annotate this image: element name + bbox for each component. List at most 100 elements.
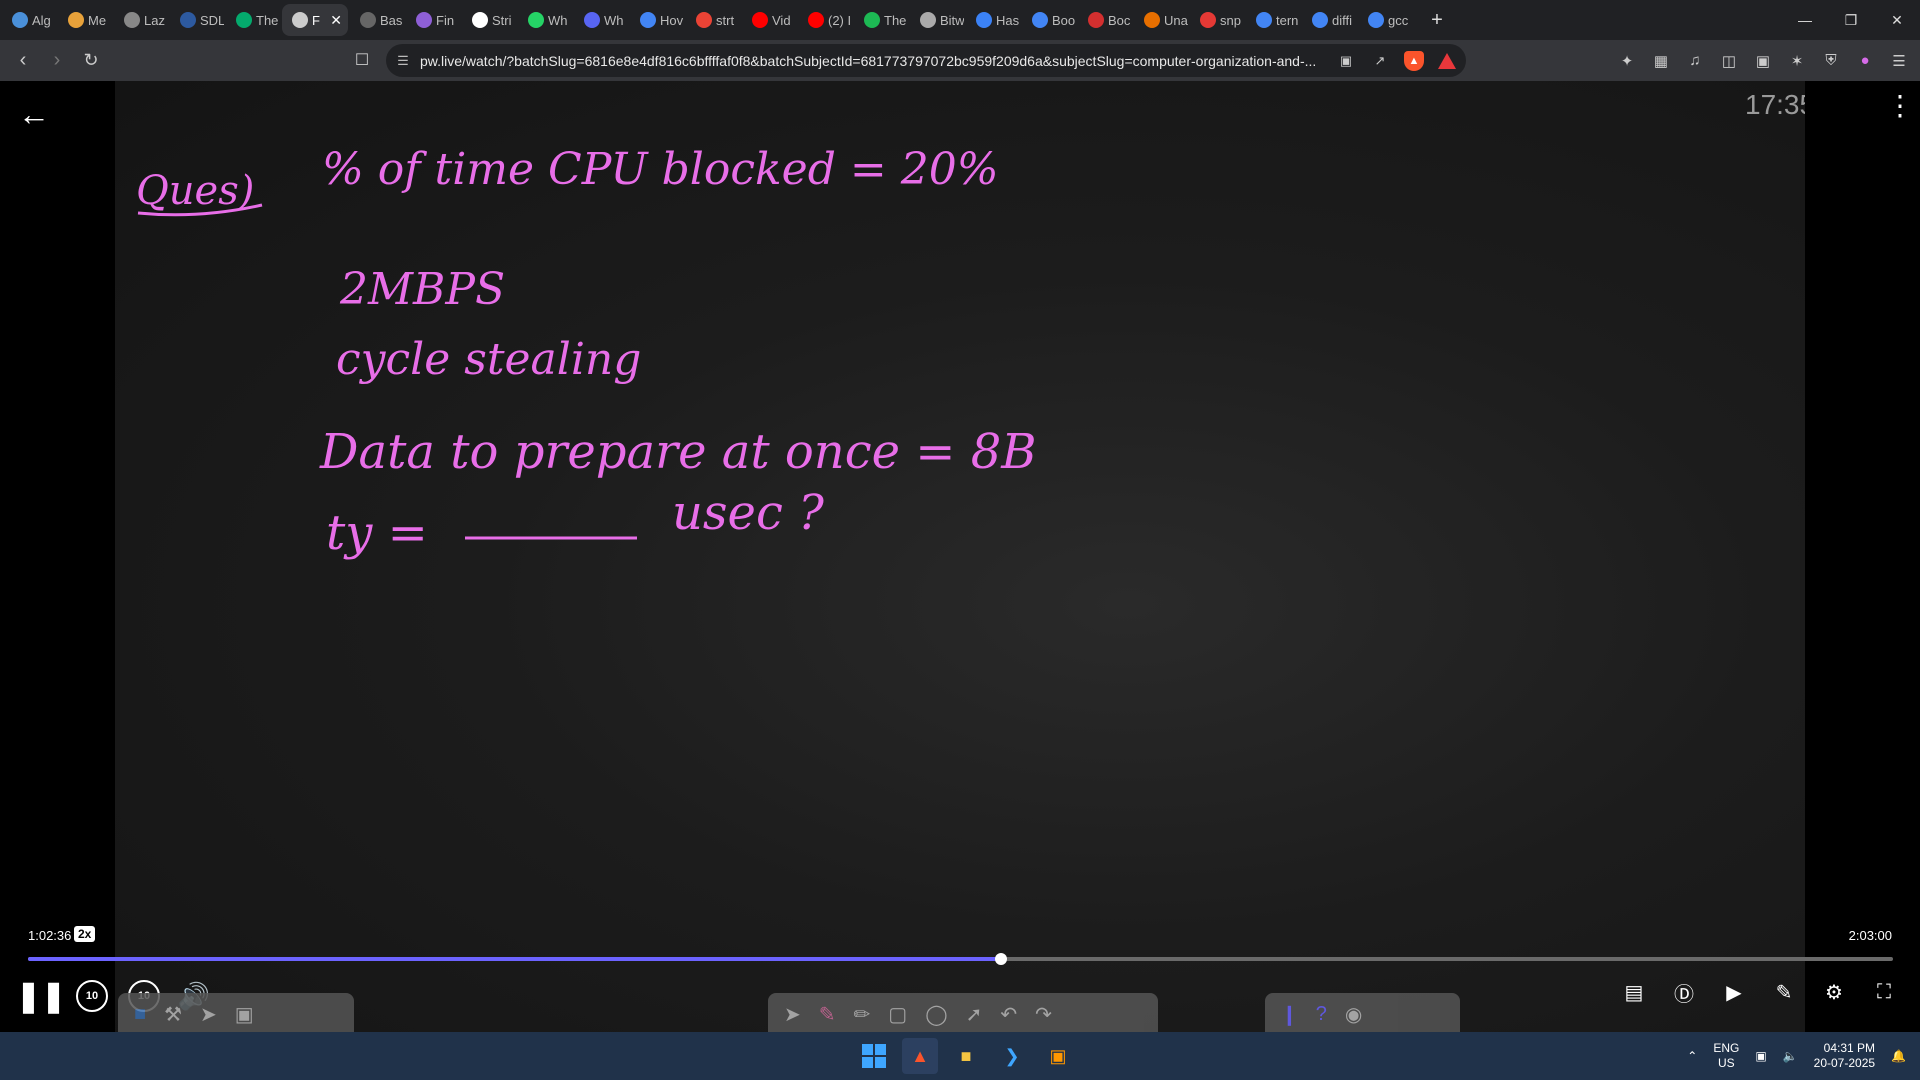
browser-tab[interactable]: Me xyxy=(58,4,112,36)
vscode-icon[interactable]: ❯ xyxy=(994,1038,1030,1074)
tab-label: snp xyxy=(1220,12,1241,28)
sublime-text-icon[interactable]: ▣ xyxy=(1040,1038,1076,1074)
clock[interactable]: 04:31 PM 20-07-2025 xyxy=(1814,1041,1875,1071)
extensions-puzzle-icon[interactable]: ✦ xyxy=(1616,50,1638,72)
pause-icon[interactable]: ❚❚ xyxy=(16,978,66,1014)
browser-tab[interactable]: strt xyxy=(686,4,740,36)
browser-tab[interactable]: diffi xyxy=(1302,4,1356,36)
translate-icon[interactable]: Ⓓ xyxy=(1668,976,1700,1008)
speaker-icon[interactable]: 🔈 xyxy=(1783,1049,1798,1063)
language-indicator[interactable]: ENG US xyxy=(1713,1041,1739,1071)
media-icon[interactable]: ♫ xyxy=(1684,50,1706,72)
browser-tab[interactable]: (2) I xyxy=(798,4,852,36)
file-explorer-icon[interactable]: ■ xyxy=(948,1038,984,1074)
system-tray: ⌃ ENG US ▣ 🔈 04:31 PM 20-07-2025 🔔 xyxy=(1687,1032,1906,1080)
tab-label: Has xyxy=(996,12,1020,28)
settings-gear-icon[interactable]: ⚙ xyxy=(1818,976,1850,1008)
sidebar-icon[interactable]: ◫ xyxy=(1718,50,1740,72)
board-toolbar-right: ❙ ? ◉ xyxy=(1265,993,1460,1035)
new-tab-button[interactable]: + xyxy=(1422,5,1452,35)
miniplayer-icon[interactable]: ▶ xyxy=(1718,976,1750,1008)
browser-tab[interactable]: The xyxy=(854,4,908,36)
java-icon xyxy=(1144,12,1160,28)
browser-tab[interactable]: Vid xyxy=(742,4,796,36)
google-icon xyxy=(1368,12,1384,28)
vpn-icon[interactable]: ⛨ xyxy=(1820,50,1842,72)
playback-speed-badge[interactable]: 2x xyxy=(74,926,96,942)
share-icon[interactable]: ↗ xyxy=(1370,51,1390,71)
network-icon[interactable]: ▣ xyxy=(1755,1049,1766,1063)
screenshot-icon[interactable]: ▦ xyxy=(1650,50,1672,72)
browser-tab[interactable]: Bas xyxy=(350,4,404,36)
rewind-10-button[interactable]: 10 xyxy=(76,978,108,1014)
brave-browser-icon[interactable]: ▲ xyxy=(902,1038,938,1074)
camera-icon: ◉ xyxy=(1344,1003,1363,1026)
tab-label: Stri xyxy=(492,12,512,28)
cast-icon[interactable]: ▣ xyxy=(1336,51,1356,71)
tab-label: Wh xyxy=(548,12,568,28)
extension-icons: ✦ ▦ ♫ ◫ ▣ ✶ ⛨ ● ☰ xyxy=(1616,40,1910,81)
windows-taskbar: ▲ ■ ❯ ▣ ⌃ ENG US ▣ 🔈 04:31 PM 20-07-2025… xyxy=(0,1032,1920,1080)
browser-tab[interactable]: Una xyxy=(1134,4,1188,36)
brave-shields-icon[interactable]: ▲ xyxy=(1404,50,1424,71)
fullscreen-icon[interactable]: ⛶ xyxy=(1868,976,1900,1008)
notes-icon[interactable]: ✎ xyxy=(1768,976,1800,1008)
tab-list: Alg Me Laz SDL The F ✕ Bas Fin Stri Wh Wh Hov strt Vid… xyxy=(0,0,1412,40)
rewind-icon: 10 xyxy=(76,980,108,1012)
windows-start-icon[interactable] xyxy=(856,1038,892,1074)
browser-tab[interactable]: SDL xyxy=(170,4,224,36)
browser-tab[interactable]: Wh xyxy=(574,4,628,36)
forward-nav-icon[interactable]: › xyxy=(40,44,74,78)
tab-label: tern xyxy=(1276,12,1299,28)
brave-rewards-icon[interactable] xyxy=(1438,52,1456,69)
lang-code: ENG xyxy=(1713,1041,1740,1055)
browser-tab[interactable]: Hov xyxy=(630,4,684,36)
notification-bell-icon[interactable]: 🔔 xyxy=(1891,1049,1906,1063)
browser-tab[interactable]: tern xyxy=(1246,4,1300,36)
browser-tab[interactable]: F ✕ xyxy=(282,4,348,36)
menu-icon[interactable]: ☰ xyxy=(1888,50,1910,72)
progress-handle[interactable] xyxy=(994,953,1007,965)
minimize-icon[interactable]: — xyxy=(1782,0,1828,40)
browser-tab[interactable]: The xyxy=(226,4,280,36)
tab-label: F xyxy=(312,12,320,28)
restore-icon[interactable]: ❐ xyxy=(1828,0,1874,40)
leo-ai-icon[interactable]: ✶ xyxy=(1786,50,1808,72)
browser-tab[interactable]: Has xyxy=(966,4,1020,36)
basics-icon xyxy=(360,12,376,28)
video-player[interactable]: ← ⋮ 17:35 Ques) % of time CPU blocked = … xyxy=(0,81,1920,1035)
total-duration: 2:03:00 xyxy=(1848,928,1892,943)
globe-icon xyxy=(12,12,28,28)
handwritten-notes: Ques) % of time CPU blocked = 20% 2MBPS … xyxy=(136,144,1037,561)
back-nav-icon[interactable]: ‹ xyxy=(6,44,40,78)
browser-tab[interactable]: Fin xyxy=(406,4,460,36)
browser-tab[interactable]: Boo xyxy=(1022,4,1076,36)
highlighter-icon: ✏ xyxy=(853,1003,871,1026)
browser-tab[interactable]: gcc xyxy=(1358,4,1412,36)
browser-tab[interactable]: Alg xyxy=(2,4,56,36)
clock-date: 20-07-2025 xyxy=(1813,1056,1876,1070)
site-settings-icon[interactable]: ☰ xyxy=(386,53,420,69)
tools-icon: ⚒ xyxy=(164,1003,183,1026)
lang-region: US xyxy=(1718,1056,1735,1070)
browser-tab[interactable]: Boc xyxy=(1078,4,1132,36)
tab-close-icon[interactable]: ✕ xyxy=(330,12,342,29)
reload-icon[interactable]: ↻ xyxy=(74,44,108,78)
wallet-icon[interactable]: ▣ xyxy=(1752,50,1774,72)
tab-label: strt xyxy=(716,12,735,28)
close-window-icon[interactable]: ✕ xyxy=(1874,0,1920,40)
browser-tab[interactable]: snp xyxy=(1190,4,1244,36)
tab-label: (2) I xyxy=(828,12,852,28)
address-bar[interactable]: ☰ pw.live/watch/?batchSlug=6816e8e4df816… xyxy=(386,44,1466,77)
url-text[interactable]: pw.live/watch/?batchSlug=6816e8e4df816c6… xyxy=(420,53,1320,69)
chat-icon[interactable]: ▤ xyxy=(1618,976,1650,1008)
browser-tab[interactable]: Bitw xyxy=(910,4,964,36)
browser-tab[interactable]: Stri xyxy=(462,4,516,36)
spotify-icon xyxy=(864,12,880,28)
progress-bar[interactable] xyxy=(28,953,1893,965)
browser-tab[interactable]: Laz xyxy=(114,4,168,36)
profile-icon[interactable]: ● xyxy=(1854,50,1876,72)
tray-chevron-icon[interactable]: ⌃ xyxy=(1687,1049,1697,1063)
browser-tab[interactable]: Wh xyxy=(518,4,572,36)
bookmark-icon[interactable]: ☐ xyxy=(350,48,374,72)
